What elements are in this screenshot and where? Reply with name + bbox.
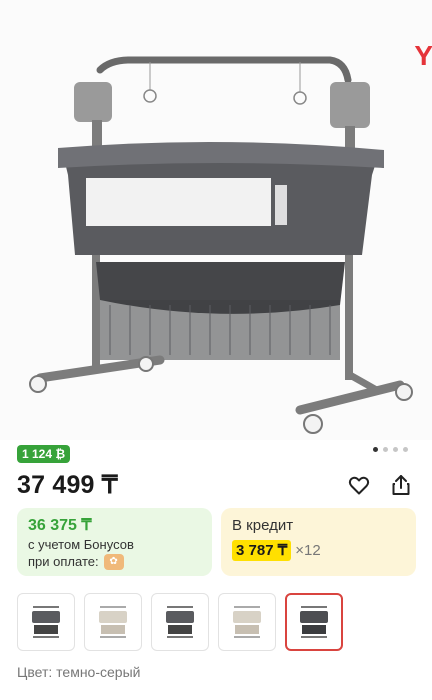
variant-thumbnails bbox=[17, 593, 343, 651]
crib-thumbnail-dark bbox=[300, 606, 328, 638]
carousel-dot[interactable] bbox=[403, 447, 408, 452]
brand-fragment: Y bbox=[414, 40, 432, 71]
bonus-price-card[interactable]: 36 375 ₸ с учетом Бонусов при оплате: ✿ bbox=[17, 508, 212, 576]
credit-monthly-amount: 3 787 ₸ bbox=[232, 540, 292, 561]
color-label: Цвет: темно-серый bbox=[17, 664, 141, 680]
variant-thumbnail[interactable] bbox=[151, 593, 209, 651]
share-icon bbox=[392, 475, 410, 495]
variant-thumbnail[interactable] bbox=[17, 593, 75, 651]
product-price: 37 499 ₸ bbox=[17, 471, 118, 499]
carousel-dots[interactable] bbox=[373, 447, 408, 452]
carousel-dot[interactable] bbox=[383, 447, 388, 452]
share-button[interactable] bbox=[388, 472, 414, 498]
credit-months: ×12 bbox=[295, 542, 321, 559]
variant-thumbnail-selected[interactable] bbox=[285, 593, 343, 651]
carousel-dot[interactable] bbox=[393, 447, 398, 452]
carousel-dot[interactable] bbox=[373, 447, 378, 452]
crib-thumbnail-light bbox=[233, 606, 261, 638]
credit-card[interactable]: В кредит 3 787 ₸ ×12 bbox=[221, 508, 416, 576]
bonus-caption: с учетом Бонусов bbox=[28, 537, 134, 552]
payment-method-icon: ✿ bbox=[103, 553, 124, 570]
variant-thumbnail[interactable] bbox=[218, 593, 276, 651]
heart-icon bbox=[348, 476, 370, 495]
favorite-button[interactable] bbox=[346, 472, 372, 498]
bonus-price: 36 375 ₸ bbox=[28, 517, 92, 534]
product-image[interactable]: Y bbox=[0, 0, 432, 440]
crib-illustration bbox=[29, 56, 413, 434]
crib-thumbnail-dark bbox=[166, 606, 194, 638]
variant-thumbnail[interactable] bbox=[84, 593, 142, 651]
crib-thumbnail-light bbox=[99, 606, 127, 638]
credit-title: В кредит bbox=[232, 517, 294, 534]
crib-thumbnail-dark bbox=[32, 606, 60, 638]
bonus-badge: 1 124 ₿ bbox=[17, 445, 71, 463]
payment-caption: при оплате: bbox=[28, 554, 99, 569]
